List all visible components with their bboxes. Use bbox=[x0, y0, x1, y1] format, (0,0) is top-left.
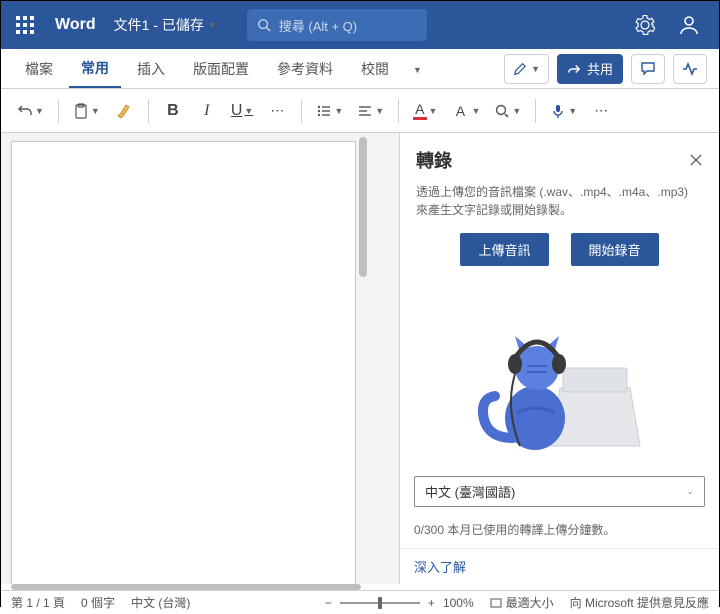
language-selected: 中文 (臺灣國語) bbox=[425, 482, 515, 501]
chevron-down-icon: ▼ bbox=[429, 106, 438, 116]
scrollbar-thumb[interactable] bbox=[359, 137, 367, 277]
font-color-swatch: A bbox=[413, 101, 426, 120]
pen-icon bbox=[513, 62, 527, 76]
tab-file[interactable]: 檔案 bbox=[13, 50, 65, 88]
app-name: Word bbox=[55, 16, 96, 34]
usage-text: 0/300 本月已使用的轉譯上傳分鐘數。 bbox=[400, 515, 719, 544]
ellipsis-icon: ⋯ bbox=[594, 102, 608, 119]
zoom-out-button[interactable]: − bbox=[325, 596, 332, 610]
page[interactable] bbox=[11, 141, 356, 584]
separator bbox=[58, 99, 59, 123]
document-canvas[interactable] bbox=[1, 133, 399, 584]
bullet-list-icon bbox=[316, 103, 332, 119]
format-painter-button[interactable] bbox=[108, 95, 140, 127]
tab-review[interactable]: 校閱 bbox=[349, 50, 401, 88]
brush-icon bbox=[115, 102, 133, 120]
chevron-down-icon: ▼ bbox=[334, 106, 343, 116]
gear-icon bbox=[635, 15, 655, 35]
account-button[interactable] bbox=[677, 13, 701, 37]
chevron-down-icon: ▼ bbox=[471, 106, 480, 116]
tab-insert[interactable]: 插入 bbox=[125, 50, 177, 88]
chevron-down-icon: ▼ bbox=[208, 20, 217, 30]
undo-icon bbox=[17, 103, 33, 119]
paste-button[interactable]: ▼ bbox=[67, 95, 106, 127]
fit-label: 最適大小 bbox=[506, 594, 554, 611]
search-icon bbox=[257, 18, 271, 32]
more-font-button[interactable]: ⋯ bbox=[261, 95, 293, 127]
separator bbox=[398, 99, 399, 123]
word-count[interactable]: 0 個字 bbox=[81, 594, 115, 611]
zoom-in-button[interactable]: + bbox=[428, 596, 435, 610]
upload-audio-button[interactable]: 上傳音訊 bbox=[460, 233, 548, 266]
separator bbox=[535, 99, 536, 123]
vertical-scrollbar[interactable] bbox=[356, 133, 370, 584]
activity-button[interactable] bbox=[673, 54, 707, 84]
search-placeholder: 搜尋 (Alt + Q) bbox=[279, 16, 357, 35]
zoom-slider[interactable] bbox=[340, 602, 420, 604]
tab-home[interactable]: 常用 bbox=[69, 50, 121, 88]
dictate-button[interactable]: ▼ bbox=[544, 95, 583, 127]
separator bbox=[301, 99, 302, 123]
doc-title-text: 文件1 - 已儲存 bbox=[114, 15, 204, 35]
doc-title[interactable]: 文件1 - 已儲存 ▼ bbox=[114, 15, 217, 35]
close-button[interactable] bbox=[689, 153, 703, 167]
search-input[interactable]: 搜尋 (Alt + Q) bbox=[247, 9, 427, 41]
separator bbox=[148, 99, 149, 123]
tab-overflow[interactable]: ▼ bbox=[405, 60, 430, 78]
comment-icon bbox=[640, 61, 656, 77]
ellipsis-icon: ⋯ bbox=[270, 102, 284, 119]
clipboard-icon bbox=[73, 103, 89, 119]
transcribe-pane: 轉錄 透過上傳您的音訊檔案 (.wav、.mp4、.m4a、.mp3) 來產生文… bbox=[399, 133, 719, 584]
italic-button[interactable]: I bbox=[191, 95, 223, 127]
activity-icon bbox=[682, 61, 698, 77]
highlight-button[interactable]: A ▼ bbox=[445, 95, 486, 127]
tab-references[interactable]: 參考資料 bbox=[265, 50, 345, 88]
language-select[interactable]: 中文 (臺灣國語) ⌄ bbox=[414, 476, 705, 507]
app-launcher[interactable] bbox=[9, 9, 41, 41]
learn-more-link[interactable]: 深入了解 bbox=[400, 548, 719, 584]
language-status[interactable]: 中文 (台灣) bbox=[131, 594, 190, 611]
underline-button[interactable]: U ▼ bbox=[225, 95, 259, 127]
find-button[interactable]: ▼ bbox=[488, 95, 527, 127]
share-icon bbox=[567, 62, 581, 76]
share-label: 共用 bbox=[587, 59, 613, 78]
comments-button[interactable] bbox=[631, 54, 665, 84]
fit-button[interactable]: 最適大小 bbox=[490, 594, 554, 611]
mic-icon bbox=[550, 103, 566, 119]
align-icon bbox=[357, 103, 373, 119]
underline-label: U bbox=[231, 102, 243, 120]
chevron-down-icon: ▼ bbox=[512, 106, 521, 116]
illustration bbox=[400, 278, 719, 468]
bullet-list-button[interactable]: ▼ bbox=[310, 95, 349, 127]
chevron-down-icon: ▼ bbox=[91, 106, 100, 116]
settings-button[interactable] bbox=[633, 13, 657, 37]
scrollbar-thumb[interactable] bbox=[11, 584, 361, 590]
chevron-down-icon: ▼ bbox=[375, 106, 384, 116]
close-icon bbox=[689, 153, 703, 167]
chevron-down-icon: ▼ bbox=[35, 106, 44, 116]
start-recording-button[interactable]: 開始錄音 bbox=[571, 233, 659, 266]
more-commands-button[interactable]: ⋯ bbox=[585, 95, 617, 127]
chevron-down-icon: ▼ bbox=[531, 64, 540, 74]
page-indicator[interactable]: 第 1 / 1 頁 bbox=[11, 594, 65, 611]
share-button[interactable]: 共用 bbox=[557, 54, 623, 84]
align-button[interactable]: ▼ bbox=[351, 95, 390, 127]
feedback-link[interactable]: 向 Microsoft 提供意見反應 bbox=[570, 594, 709, 611]
undo-button[interactable]: ▼ bbox=[11, 95, 50, 127]
pane-description: 透過上傳您的音訊檔案 (.wav、.mp4、.m4a、.mp3) 來產生文字記錄… bbox=[400, 183, 719, 233]
person-icon bbox=[678, 14, 700, 36]
styles-icon: A bbox=[451, 103, 469, 119]
editing-mode-button[interactable]: ▼ bbox=[504, 54, 549, 84]
tab-layout[interactable]: 版面配置 bbox=[181, 50, 261, 88]
search-icon bbox=[494, 103, 510, 119]
pane-title: 轉錄 bbox=[416, 147, 452, 173]
chevron-down-icon: ⌄ bbox=[686, 486, 694, 497]
bold-button[interactable]: B bbox=[157, 95, 189, 127]
chevron-down-icon: ▼ bbox=[244, 106, 253, 116]
font-color-button[interactable]: A ▼ bbox=[407, 95, 443, 127]
chevron-down-icon: ▼ bbox=[568, 106, 577, 116]
zoom-level[interactable]: 100% bbox=[443, 596, 474, 610]
chevron-down-icon: ▼ bbox=[413, 65, 422, 75]
